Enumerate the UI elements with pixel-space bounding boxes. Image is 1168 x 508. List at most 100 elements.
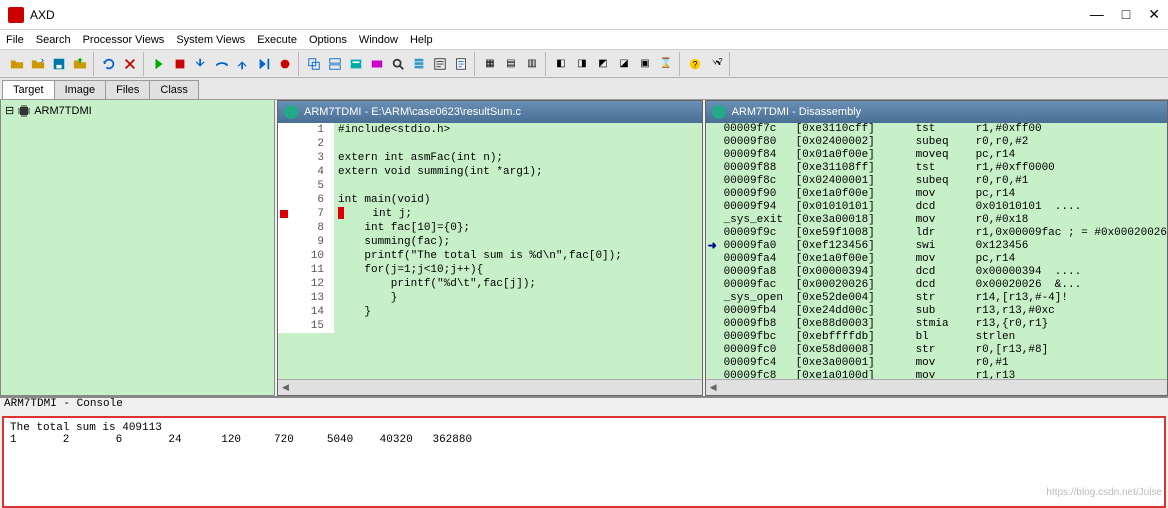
watch-icon[interactable]	[388, 54, 408, 74]
sidebar-tab-row: TargetImageFilesClass	[0, 78, 1168, 100]
source-line[interactable]: 1#include<stdio.h>	[278, 123, 702, 137]
tab-files[interactable]: Files	[105, 80, 150, 99]
menu-processor-views[interactable]: Processor Views	[83, 34, 165, 46]
source-line[interactable]: 4extern void summing(int *arg1);	[278, 165, 702, 179]
context-help-icon[interactable]: ?	[706, 54, 726, 74]
source-body[interactable]: 1#include<stdio.h>23extern int asmFac(in…	[278, 123, 702, 395]
tool2-icon[interactable]: ▤	[501, 54, 521, 74]
source-icon[interactable]	[451, 54, 471, 74]
console-wrap: ARM7TDMI - Console The total sum is 4091…	[0, 396, 1168, 508]
disasm-line[interactable]: 00009fb4[0xe24dd00c]subr13,r13,#0xc	[706, 305, 1167, 318]
minimize-button[interactable]: —	[1090, 6, 1104, 23]
tree-root-item[interactable]: ⊟ ARM7TDMI	[5, 104, 270, 117]
disasm-body[interactable]: 00009f7c[0xe3110cff]tstr1,#0xff0000009f8…	[706, 123, 1167, 395]
source-line[interactable]: 10 printf("The total sum is %d\n",fac[0]…	[278, 249, 702, 263]
toolD-icon[interactable]: ◪	[614, 54, 634, 74]
expand-icon[interactable]: ⊟	[5, 104, 14, 117]
open2-icon[interactable]	[28, 54, 48, 74]
disasm-line[interactable]: 00009fa0➜[0xef123456]swi0x123456	[706, 240, 1167, 253]
open-icon[interactable]	[7, 54, 27, 74]
toolE-icon[interactable]: ▣	[635, 54, 655, 74]
source-line[interactable]: 7 int j;	[278, 207, 702, 221]
console-line: The total sum is 409113	[10, 422, 162, 434]
disasm-titlebar[interactable]: ARM7TDMI - Disassembly	[706, 101, 1167, 123]
maximize-button[interactable]: □	[1122, 6, 1130, 23]
stack-icon[interactable]	[409, 54, 429, 74]
go-icon[interactable]	[149, 54, 169, 74]
disasm-line[interactable]: 00009fc4[0xe3a00001]movr0,#1	[706, 357, 1167, 370]
step-into-icon[interactable]	[191, 54, 211, 74]
toolA-icon[interactable]: ◧	[551, 54, 571, 74]
menu-window[interactable]: Window	[359, 34, 398, 46]
breakpoint-icon[interactable]	[275, 54, 295, 74]
toolC-icon[interactable]: ◩	[593, 54, 613, 74]
win-tileh-icon[interactable]	[325, 54, 345, 74]
console-output[interactable]: The total sum is 409113 1 2 6 24 120 720…	[2, 416, 1166, 508]
tool1-icon[interactable]: ▦	[480, 54, 500, 74]
toolB-icon[interactable]: ◨	[572, 54, 592, 74]
menu-help[interactable]: Help	[410, 34, 433, 46]
run-to-icon[interactable]	[254, 54, 274, 74]
source-line[interactable]: 13 }	[278, 291, 702, 305]
menu-execute[interactable]: Execute	[257, 34, 297, 46]
source-line[interactable]: 15	[278, 319, 702, 333]
source-line[interactable]: 14 }	[278, 305, 702, 319]
reload-icon[interactable]	[99, 54, 119, 74]
tab-class[interactable]: Class	[149, 80, 199, 99]
tab-target[interactable]: Target	[2, 80, 55, 99]
save-icon[interactable]	[49, 54, 69, 74]
breakpoint-icon[interactable]	[280, 210, 288, 218]
menubar: File Search Processor Views System Views Exe…	[0, 30, 1168, 50]
titlebar: AXD — □ ✕	[0, 0, 1168, 30]
close-button[interactable]: ✕	[1148, 6, 1160, 23]
source-line[interactable]: 12 printf("%d\t",fac[j]);	[278, 277, 702, 291]
disasm-icon[interactable]	[430, 54, 450, 74]
disasm-line[interactable]: 00009f90[0xe1a0f00e]movpc,r14	[706, 188, 1167, 201]
source-line[interactable]: 5	[278, 179, 702, 193]
h-scrollbar[interactable]	[278, 379, 702, 395]
disasm-line[interactable]: 00009fc0[0xe58d0008]strr0,[r13,#8]	[706, 344, 1167, 357]
disasm-line[interactable]: 00009f8c[0x02400001]subeqr0,r0,#1	[706, 175, 1167, 188]
console-line: 1 2 6 24 120 720 5040 40320 362880	[10, 434, 472, 446]
source-line[interactable]: 2	[278, 137, 702, 151]
disasm-line[interactable]: 00009f94[0x01010101]dcd0x01010101 ....	[706, 201, 1167, 214]
source-line[interactable]: 11 for(j=1;j<10;j++){	[278, 263, 702, 277]
window-buttons: — □ ✕	[1090, 6, 1160, 23]
disasm-line[interactable]: _sys_open[0xe52de004]strr14,[r13,#-4]!	[706, 292, 1167, 305]
stop-icon[interactable]	[170, 54, 190, 74]
source-line[interactable]: 3extern int asmFac(int n);	[278, 151, 702, 165]
step-out-icon[interactable]	[233, 54, 253, 74]
win-cascade-icon[interactable]	[304, 54, 324, 74]
help-icon[interactable]: ?	[685, 54, 705, 74]
load-icon[interactable]	[70, 54, 90, 74]
disasm-line[interactable]: 00009f7c[0xe3110cff]tstr1,#0xff00	[706, 123, 1167, 136]
toolF-icon[interactable]: ⌛	[656, 54, 676, 74]
menu-system-views[interactable]: System Views	[176, 34, 245, 46]
source-line[interactable]: 9 summing(fac);	[278, 235, 702, 249]
tab-image[interactable]: Image	[54, 80, 107, 99]
disasm-line[interactable]: 00009f84[0x01a0f00e]moveqpc,r14	[706, 149, 1167, 162]
disasm-line[interactable]: _sys_exit[0xe3a00018]movr0,#0x18	[706, 214, 1167, 227]
disasm-line[interactable]: 00009f88[0xe31108ff]tstr1,#0xff0000	[706, 162, 1167, 175]
disasm-line[interactable]: 00009f80[0x02400002]subeqr0,r0,#2	[706, 136, 1167, 149]
registers-icon[interactable]	[346, 54, 366, 74]
source-line[interactable]: 8 int fac[10]={0};	[278, 221, 702, 235]
disasm-line[interactable]: 00009fb8[0xe88d0003]stmiar13,{r0,r1}	[706, 318, 1167, 331]
source-line[interactable]: 6int main(void)	[278, 193, 702, 207]
tree-root-label: ARM7TDMI	[34, 105, 91, 117]
disasm-line[interactable]: 00009f9c[0xe59f1008]ldrr1,0x00009fac ; =…	[706, 227, 1167, 240]
disasm-line[interactable]: 00009fa8[0x00000394]dcd0x00000394 ....	[706, 266, 1167, 279]
cancel-icon[interactable]	[120, 54, 140, 74]
tool3-icon[interactable]: ▥	[522, 54, 542, 74]
menu-file[interactable]: File	[6, 34, 24, 46]
menu-options[interactable]: Options	[309, 34, 347, 46]
source-titlebar[interactable]: ARM7TDMI - E:\ARM\case0623\resultSum.c	[278, 101, 702, 123]
memory-icon[interactable]	[367, 54, 387, 74]
disasm-line[interactable]: 00009fbc[0xebffffdb]blstrlen	[706, 331, 1167, 344]
h-scrollbar[interactable]	[706, 379, 1167, 395]
cursor-icon	[338, 207, 344, 219]
menu-search[interactable]: Search	[36, 34, 71, 46]
disasm-line[interactable]: 00009fa4[0xe1a0f00e]movpc,r14	[706, 253, 1167, 266]
disasm-line[interactable]: 00009fac[0x00020026]dcd0x00020026 &...	[706, 279, 1167, 292]
step-over-icon[interactable]	[212, 54, 232, 74]
